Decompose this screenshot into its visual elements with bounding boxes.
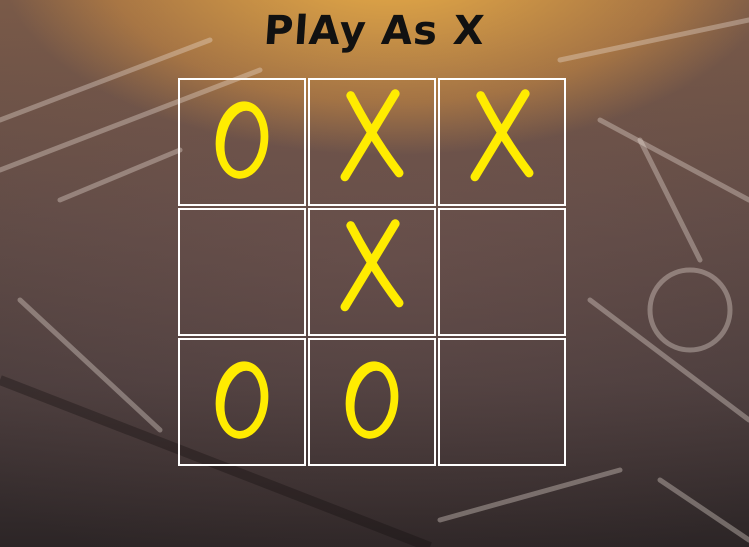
cell-7-mark [215, 361, 269, 439]
o-mark-icon [215, 101, 269, 179]
board-cell-6[interactable] [438, 208, 566, 336]
x-mark-icon [340, 219, 404, 312]
game-title: PlAy As X [262, 8, 487, 54]
board-cell-4[interactable] [178, 208, 306, 336]
x-mark-icon [340, 89, 404, 182]
cell-3-mark [470, 89, 534, 182]
o-mark-icon [345, 361, 399, 439]
cell-1-mark [215, 101, 269, 179]
board-cell-5[interactable] [308, 208, 436, 336]
board-cell-7[interactable] [178, 338, 306, 466]
o-mark-icon [215, 361, 269, 439]
board-cell-8[interactable] [308, 338, 436, 466]
cell-8-mark [345, 361, 399, 439]
cell-5-mark [340, 219, 404, 312]
cell-4-mark [180, 210, 304, 334]
board-cell-1[interactable] [178, 78, 306, 206]
tic-tac-toe-board [178, 78, 568, 468]
board-cell-3[interactable] [438, 78, 566, 206]
cell-9-mark [440, 340, 564, 464]
cell-6-mark [440, 210, 564, 334]
x-mark-icon [470, 89, 534, 182]
board-cell-9[interactable] [438, 338, 566, 466]
cell-2-mark [340, 89, 404, 182]
board-cell-2[interactable] [308, 78, 436, 206]
